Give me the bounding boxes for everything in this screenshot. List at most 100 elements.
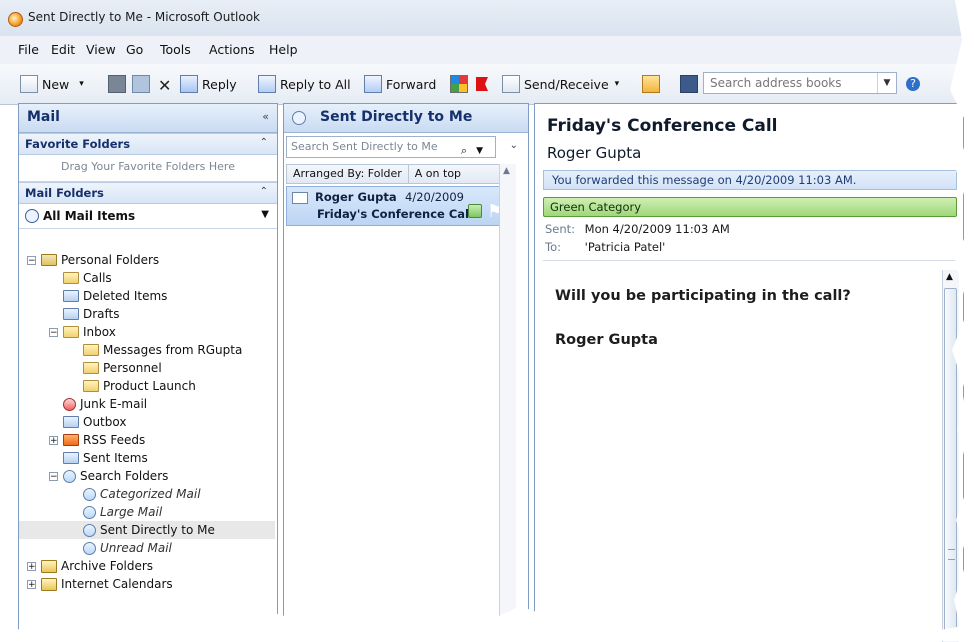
folder-label: Deleted Items <box>83 289 168 303</box>
print-button[interactable] <box>108 73 126 95</box>
categorize-button[interactable] <box>450 73 468 95</box>
folder-sent-items[interactable]: Sent Items <box>63 449 148 467</box>
send-receive-dropdown-icon[interactable]: ▾ <box>615 79 620 89</box>
delete-button[interactable]: ✕ <box>158 73 171 95</box>
open-folder-button[interactable] <box>642 73 660 95</box>
menu-view[interactable]: View <box>86 42 116 57</box>
folder-personnel[interactable]: Personnel <box>83 359 162 377</box>
folder-tree: − Personal Folders Calls Deleted Items Dr… <box>19 251 277 641</box>
new-button[interactable]: New ▾ <box>20 73 84 95</box>
message-sender[interactable]: Roger Gupta <box>547 144 641 162</box>
menu-file[interactable]: File <box>18 42 39 57</box>
chevron-down-icon[interactable]: ▼ <box>476 141 483 161</box>
menu-tools[interactable]: Tools <box>160 42 191 57</box>
arranged-by-label[interactable]: Arranged By: Folder <box>287 165 409 183</box>
favorites-drop-area[interactable]: Drag Your Favorite Folders Here <box>19 155 277 182</box>
expand-search-icon[interactable]: ⌄ <box>510 140 518 151</box>
inbox-icon <box>63 326 79 338</box>
folder-junk-email[interactable]: Junk E-mail <box>63 395 147 413</box>
folder-unread-mail[interactable]: Unread Mail <box>83 539 172 557</box>
search-address-books-input[interactable]: Search address books ▼ <box>703 72 897 94</box>
new-dropdown-icon[interactable]: ▾ <box>79 79 84 89</box>
reply-all-icon <box>258 75 276 93</box>
scrollbar-thumb[interactable] <box>944 288 957 638</box>
window-title: Sent Directly to Me - Microsoft Outlook <box>28 10 261 24</box>
folder-personal-folders[interactable]: − Personal Folders <box>27 251 159 269</box>
folder-label: Product Launch <box>103 379 196 393</box>
forwarded-message-icon <box>292 192 308 204</box>
help-button[interactable]: ? <box>906 73 920 95</box>
folder-icon <box>83 380 99 392</box>
info-bar[interactable]: You forwarded this message on 4/20/2009 … <box>543 170 957 190</box>
menu-help[interactable]: Help <box>269 42 298 57</box>
folder-rss-feeds[interactable]: + RSS Feeds <box>49 431 145 449</box>
chevron-down-icon[interactable]: ▼ <box>877 73 896 93</box>
menu-go[interactable]: Go <box>126 42 143 57</box>
all-mail-items-label: All Mail Items <box>43 209 136 223</box>
reply-all-button[interactable]: Reply to All <box>258 73 351 95</box>
search-messages-input[interactable]: Search Sent Directly to Me ⌕ ▼ <box>286 136 496 158</box>
reading-pane-scrollbar[interactable]: ▲ <box>942 270 959 642</box>
message-list-header: Sent Directly to Me <box>284 104 528 133</box>
folder-messages-from-rgupta[interactable]: Messages from RGupta <box>83 341 242 359</box>
collapse-node-icon[interactable]: − <box>49 327 58 337</box>
message-list-scrollbar[interactable]: ▲ <box>499 164 516 634</box>
folder-inbox[interactable]: − Inbox <box>49 323 116 341</box>
chevron-up-icon[interactable]: ⌃ <box>260 186 268 197</box>
folder-drafts[interactable]: Drafts <box>63 305 120 323</box>
folder-internet-calendars[interactable]: + Internet Calendars <box>27 575 173 593</box>
outbox-icon <box>63 416 79 428</box>
scroll-up-icon[interactable]: ▲ <box>946 272 953 282</box>
collapse-node-icon[interactable]: − <box>49 471 58 481</box>
menu-actions[interactable]: Actions <box>209 42 255 57</box>
follow-up-button[interactable] <box>476 73 488 95</box>
message-from: Roger Gupta <box>315 190 397 204</box>
message-date: 4/20/2009 <box>405 190 464 204</box>
to-value[interactable]: 'Patricia Patel' <box>585 240 666 254</box>
folder-calls[interactable]: Calls <box>63 269 112 287</box>
folder-label: RSS Feeds <box>83 433 146 447</box>
expand-node-icon[interactable]: + <box>49 435 58 445</box>
folder-label: Archive Folders <box>61 559 154 573</box>
folder-categorized-mail[interactable]: Categorized Mail <box>83 485 201 503</box>
favorite-folders-header[interactable]: Favorite Folders ⌃ <box>19 133 277 155</box>
arranged-by-bar[interactable]: Arranged By: Folder A on top ▲ <box>286 164 514 184</box>
chevron-up-icon[interactable]: ⌃ <box>260 137 268 148</box>
nav-pane-title: Mail <box>27 109 60 125</box>
reply-all-label: Reply to All <box>280 76 351 92</box>
address-book-button[interactable] <box>680 73 698 95</box>
print-icon <box>108 75 126 93</box>
folder-product-launch[interactable]: Product Launch <box>83 377 196 395</box>
folder-outbox[interactable]: Outbox <box>63 413 126 431</box>
all-mail-items-dropdown[interactable]: All Mail Items ▼ <box>19 204 277 229</box>
category-icon[interactable] <box>468 204 482 218</box>
archive-folders-icon <box>41 559 57 573</box>
reply-button[interactable]: Reply <box>180 73 237 95</box>
expand-node-icon[interactable]: + <box>27 561 36 571</box>
move-button[interactable] <box>132 73 150 95</box>
folder-sent-directly-to-me[interactable]: Sent Directly to Me <box>19 521 275 539</box>
search-icon[interactable]: ⌕ <box>461 141 467 161</box>
folder-large-mail[interactable]: Large Mail <box>83 503 162 521</box>
expand-node-icon[interactable]: + <box>27 579 36 589</box>
collapse-node-icon[interactable]: − <box>27 255 36 265</box>
forward-button[interactable]: Forward <box>364 73 436 95</box>
help-icon: ? <box>906 77 920 91</box>
reply-icon <box>180 75 198 93</box>
sort-order-label[interactable]: A on top <box>409 165 513 183</box>
menu-edit[interactable]: Edit <box>51 42 75 57</box>
message-row[interactable]: Roger Gupta 4/20/2009 Friday's Conferenc… <box>286 186 514 226</box>
mail-folders-header[interactable]: Mail Folders ⌃ <box>19 182 277 204</box>
chevron-down-icon[interactable]: ▼ <box>261 209 269 220</box>
folder-label: Large Mail <box>100 505 163 519</box>
scroll-up-icon[interactable]: ▲ <box>503 166 510 176</box>
title-bar: Sent Directly to Me - Microsoft Outlook <box>0 0 974 37</box>
collapse-pane-icon[interactable]: « <box>262 110 269 123</box>
sent-row: Sent: Mon 4/20/2009 11:03 AM <box>545 222 730 236</box>
folder-deleted-items[interactable]: Deleted Items <box>63 287 167 305</box>
to-row: To: 'Patricia Patel' <box>545 240 665 254</box>
outlook-app-icon <box>8 12 23 27</box>
folder-search-folders[interactable]: − Search Folders <box>49 467 168 485</box>
send-receive-button[interactable]: Send/Receive ▾ <box>502 73 619 95</box>
folder-archive-folders[interactable]: + Archive Folders <box>27 557 153 575</box>
